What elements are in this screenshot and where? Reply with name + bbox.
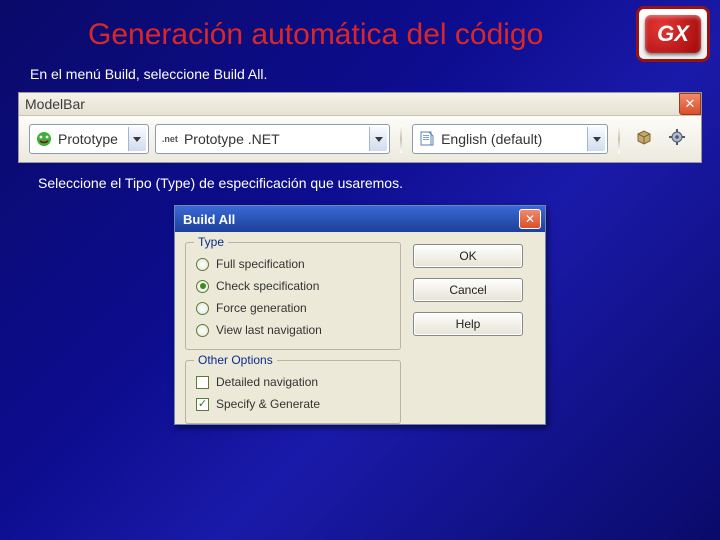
prototype-combo[interactable]: Prototype — [29, 124, 149, 154]
modelbar-close-button[interactable]: ✕ — [679, 93, 701, 115]
checkbox-label: Specify & Generate — [216, 397, 320, 411]
dialog-button-column: OK Cancel Help — [413, 242, 523, 424]
prototype-combo-text: Prototype — [58, 131, 124, 147]
document-icon — [417, 129, 437, 149]
build-all-dialog: Build All ✕ Type Full specification Chec… — [174, 205, 546, 425]
checkbox-icon-checked: ✓ — [196, 398, 209, 411]
modelbar-title: ModelBar — [19, 93, 701, 116]
radio-view-last-navigation[interactable]: View last navigation — [196, 319, 390, 341]
dialog-container: Build All ✕ Type Full specification Chec… — [0, 201, 720, 425]
dialog-left-column: Type Full specification Check specificat… — [185, 242, 401, 424]
check-detailed-navigation[interactable]: Detailed navigation — [196, 371, 390, 393]
modelbar-window: ✕ ModelBar Prototype .net Prototype .NET… — [18, 92, 702, 163]
caption-1: En el menú Build, seleccione Build All. — [0, 60, 720, 92]
toolbar-separator — [400, 125, 402, 153]
toolbar-button-2[interactable] — [664, 125, 691, 153]
help-button[interactable]: Help — [413, 312, 523, 336]
radio-full-specification[interactable]: Full specification — [196, 253, 390, 275]
radio-label: Full specification — [216, 257, 305, 271]
radio-force-generation[interactable]: Force generation — [196, 297, 390, 319]
gx-logo-text: GX — [645, 15, 701, 53]
prototype-icon — [34, 129, 54, 149]
close-icon: ✕ — [525, 212, 535, 226]
chevron-down-icon — [128, 127, 146, 151]
gear-icon — [668, 128, 686, 151]
dialog-title: Build All — [183, 212, 519, 227]
radio-icon — [196, 324, 209, 337]
language-combo-text: English (default) — [441, 131, 583, 147]
radio-icon-selected — [196, 280, 209, 293]
language-combo[interactable]: English (default) — [412, 124, 608, 154]
page-title: Generación automática del código — [0, 0, 720, 60]
cancel-button[interactable]: Cancel — [413, 278, 523, 302]
modelbar-toolbar: Prototype .net Prototype .NET English (d… — [19, 116, 701, 162]
dialog-titlebar[interactable]: Build All ✕ — [175, 206, 545, 232]
check-specify-generate[interactable]: ✓ Specify & Generate — [196, 393, 390, 415]
checkbox-icon — [196, 376, 209, 389]
platform-combo-text: Prototype .NET — [184, 131, 365, 147]
checkbox-label: Detailed navigation — [216, 375, 318, 389]
chevron-down-icon — [369, 127, 387, 151]
dotnet-icon: .net — [160, 129, 180, 149]
type-group: Type Full specification Check specificat… — [185, 242, 401, 350]
chevron-down-icon — [587, 127, 605, 151]
dialog-close-button[interactable]: ✕ — [519, 209, 541, 229]
package-icon — [635, 128, 653, 151]
type-group-label: Type — [194, 235, 228, 249]
other-options-group: Other Options Detailed navigation ✓ Spec… — [185, 360, 401, 424]
other-group-label: Other Options — [194, 353, 277, 367]
caption-2: Seleccione el Tipo (Type) de especificac… — [0, 163, 720, 201]
ok-button[interactable]: OK — [413, 244, 523, 268]
close-icon: ✕ — [685, 96, 696, 112]
radio-label: Check specification — [216, 279, 319, 293]
gx-logo: GX — [636, 6, 710, 62]
radio-check-specification[interactable]: Check specification — [196, 275, 390, 297]
radio-icon — [196, 302, 209, 315]
platform-combo[interactable]: .net Prototype .NET — [155, 124, 390, 154]
radio-label: View last navigation — [216, 323, 322, 337]
radio-label: Force generation — [216, 301, 307, 315]
toolbar-separator — [618, 125, 620, 153]
toolbar-button-1[interactable] — [630, 125, 657, 153]
radio-icon — [196, 258, 209, 271]
